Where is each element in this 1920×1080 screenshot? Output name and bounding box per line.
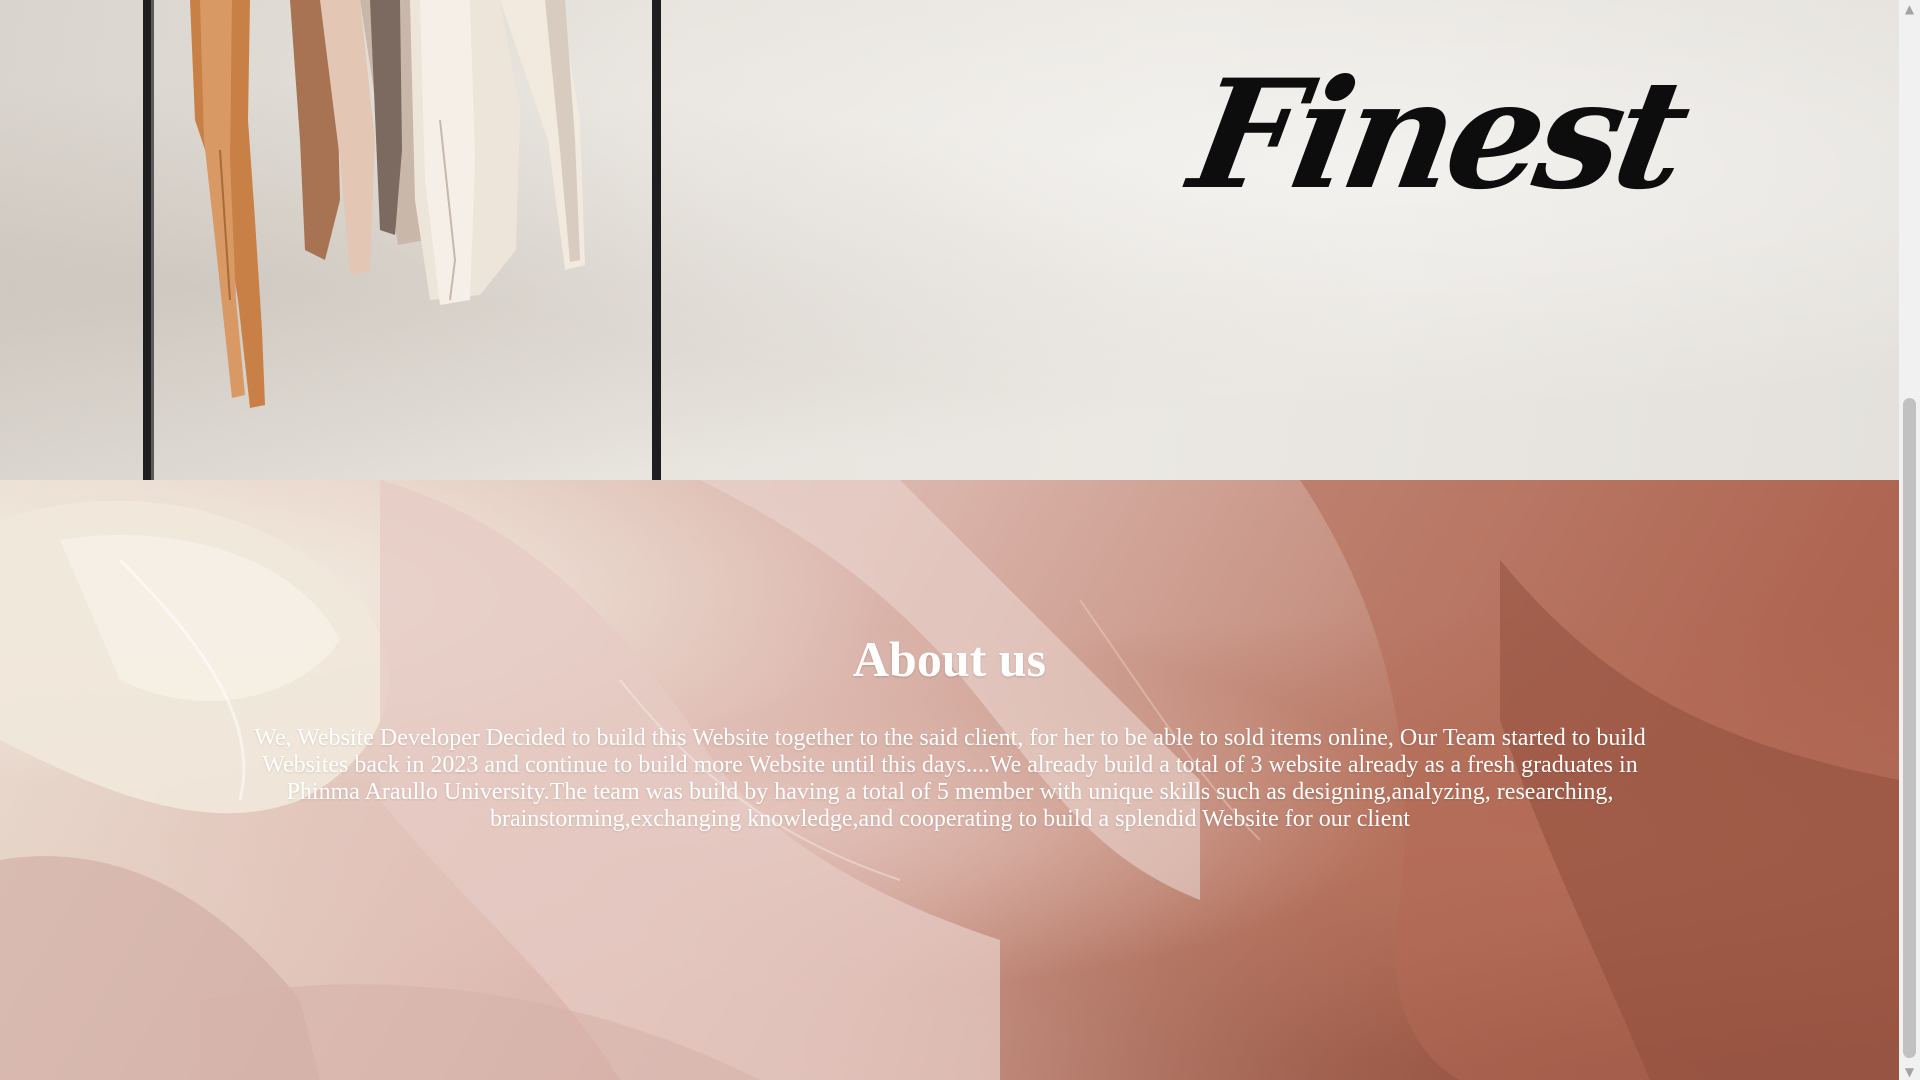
page-scrollbar[interactable]: ▲ ▼	[1899, 0, 1920, 1080]
scroll-up-arrow-icon[interactable]: ▲	[1899, 0, 1920, 17]
about-paragraph: We, Website Developer Decided to build t…	[254, 725, 1646, 832]
scroll-down-arrow-icon[interactable]: ▼	[1899, 1063, 1920, 1080]
about-title: About us	[852, 631, 1047, 687]
hero-section: Finest	[0, 0, 1899, 480]
page-viewport: Finest About us We, Website Developer De…	[0, 0, 1899, 1080]
brand-logo: Finest	[1179, 47, 1697, 223]
clothing-rack-image	[143, 0, 661, 480]
about-section: About us We, Website Developer Decided t…	[0, 480, 1899, 1080]
scroll-thumb[interactable]	[1903, 398, 1916, 1058]
